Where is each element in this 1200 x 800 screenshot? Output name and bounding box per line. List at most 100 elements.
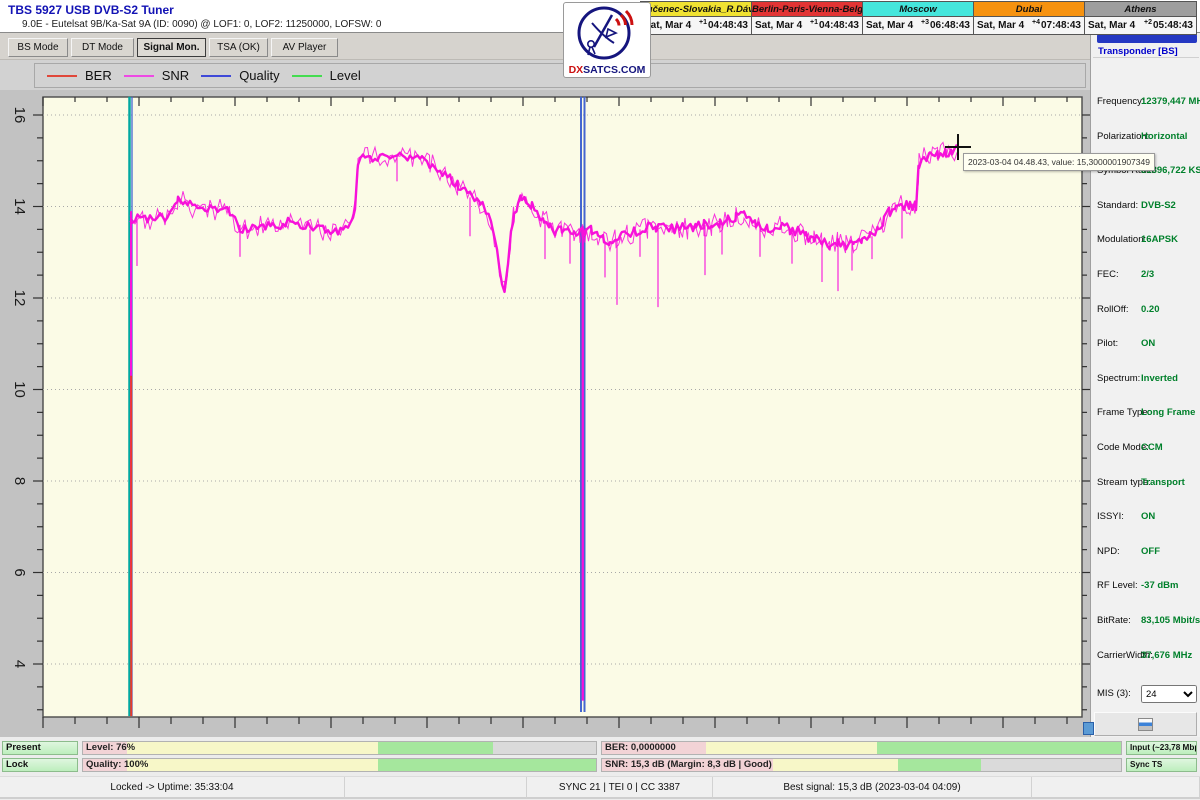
tp-label: ISSYI: — [1097, 511, 1124, 522]
stream-list-button[interactable] — [1094, 712, 1197, 736]
tp-value: -37 dBm — [1141, 580, 1178, 591]
bar-segment — [773, 759, 898, 771]
level-bar — [82, 741, 597, 755]
clock-time-row: Sat, Mar 4 +205:48:43 — [1085, 17, 1196, 34]
clock-utc-offset: +3 — [921, 19, 929, 26]
mis-select[interactable]: 24 — [1141, 685, 1197, 703]
bar-segment — [127, 742, 378, 754]
chart-legend: BERSNRQualityLevel — [34, 63, 1086, 88]
tp-label: RollOff: — [1097, 304, 1129, 315]
divider — [1093, 57, 1199, 58]
tab-signal-mon-[interactable]: Signal Mon. — [137, 38, 206, 57]
tab-tsa-ok-[interactable]: TSA (OK) — [209, 38, 268, 57]
clock-city-label: Dubai — [974, 2, 1084, 17]
clock-time: 04:48:43 — [708, 20, 748, 31]
tp-value: Long Frame — [1141, 407, 1195, 418]
clock-time: 07:48:43 — [1041, 20, 1081, 31]
clock-time-group: +104:48:43 — [810, 20, 859, 31]
dxsatcs-logo: DXSATCS.COM — [563, 2, 651, 78]
satellite-subtitle: 9.0E - Eutelsat 9B/Ka-Sat 9A (ID: 0090) … — [22, 19, 381, 30]
chart-tooltip: 2023-03-04 04.48.43, value: 15,300000190… — [963, 153, 1155, 171]
clock-2: MoscowSat, Mar 4+306:48:43 — [863, 2, 974, 34]
clock-city-label: Lučenec-Slovakia_R.Dávid — [641, 2, 751, 17]
legend-item-label: SNR — [162, 68, 189, 83]
clock-time-group: +407:48:43 — [1032, 20, 1081, 31]
legend-item-quality: Quality — [201, 68, 279, 83]
clock-time: 05:48:43 — [1153, 20, 1193, 31]
layers-icon — [1138, 718, 1153, 731]
clock-city-label: Berlin-Paris-Vienna-Belgrade — [752, 2, 862, 17]
lock-indicator: Lock — [2, 758, 78, 772]
tp-value: CCM — [1141, 442, 1163, 453]
svg-text:4: 4 — [11, 660, 28, 668]
clock-utc-offset: +1 — [810, 19, 818, 26]
signal-monitor-chart[interactable]: 16141210864 — [0, 90, 1090, 737]
tp-label: Modulation: — [1097, 234, 1146, 245]
logo-wordmark: DXSATCS.COM — [564, 64, 650, 76]
svg-text:16: 16 — [11, 107, 28, 124]
tp-value: 2/3 — [1141, 269, 1154, 280]
clock-time-group: +205:48:43 — [1144, 20, 1193, 31]
bar-segment — [127, 759, 378, 771]
indicator-band: Present Lock Level: 76% Quality: 100% BE… — [0, 737, 1200, 776]
clock-4: Athens Sat, Mar 4 +205:48:43 — [1085, 2, 1196, 34]
present-indicator: Present — [2, 741, 78, 755]
bar-segment — [378, 759, 596, 771]
clock-time-group: +104:48:43 — [699, 20, 748, 31]
transponder-row-9: Frame Type:Long Frame — [1091, 407, 1200, 421]
bar-segment — [378, 742, 493, 754]
transponder-row-4: Modulation:16APSK — [1091, 234, 1200, 248]
transponder-row-14: RF Level:-37 dBm — [1091, 580, 1200, 594]
tab-dt-mode[interactable]: DT Mode — [71, 38, 134, 57]
clock-date: Sat, Mar 4 — [755, 20, 802, 31]
legend-item-label: Quality — [239, 68, 279, 83]
input-rate-indicator: Input (~23,78 Mbps) — [1126, 741, 1197, 755]
tab-av-player[interactable]: AV Player — [271, 38, 338, 57]
clock-utc-offset: +4 — [1032, 19, 1040, 26]
clock-date: Sat, Mar 4 — [1088, 20, 1135, 31]
clock-time-row: Sat, Mar 4 +104:48:43 — [641, 17, 751, 34]
tp-label: Standard: — [1097, 200, 1138, 211]
clock-city-label: Moscow — [863, 2, 973, 17]
tp-value: 16APSK — [1141, 234, 1178, 245]
legend-line-swatch — [201, 75, 231, 77]
clock-time-row: Sat, Mar 4+306:48:43 — [863, 17, 973, 34]
bar-segment — [877, 742, 1121, 754]
status-cell-2: SYNC 21 | TEI 0 | CC 3387 — [527, 777, 713, 799]
clock-time-row: Sat, Mar 4 +104:48:43 — [752, 17, 862, 34]
tab-bs-mode[interactable]: BS Mode — [8, 38, 68, 57]
mis-label: MIS (3): — [1097, 688, 1131, 699]
transponder-row-0: Frequency:12379,447 MHz — [1091, 96, 1200, 110]
clock-date: Sat, Mar 4 — [644, 20, 691, 31]
tp-label: Spectrum: — [1097, 373, 1140, 384]
tab-bar: BS ModeDT ModeSignal Mon.TSA (OK)AV Play… — [0, 33, 1090, 60]
tp-label: Pilot: — [1097, 338, 1118, 349]
transponder-row-12: ISSYI:ON — [1091, 511, 1200, 525]
clock-time: 04:48:43 — [819, 20, 859, 31]
bar-segment — [706, 742, 877, 754]
transponder-row-7: Pilot:ON — [1091, 338, 1200, 352]
svg-text:6: 6 — [11, 568, 28, 576]
transponder-row-1: Polarization:Horizontal — [1091, 131, 1200, 145]
clock-utc-offset: +2 — [1144, 19, 1152, 26]
status-cell-0: Locked -> Uptime: 35:33:04 — [0, 777, 345, 799]
ber-bar — [601, 741, 1122, 755]
status-cell-3: Best signal: 15,3 dB (2023-03-04 04:09) — [713, 777, 1032, 799]
clock-3: DubaiSat, Mar 4+407:48:43 — [974, 2, 1085, 34]
clock-time-group: +306:48:43 — [921, 20, 970, 31]
bar-segment — [981, 759, 1121, 771]
clock-time-row: Sat, Mar 4+407:48:43 — [974, 17, 1084, 34]
transponder-row-10: Code Mode:CCM — [1091, 442, 1200, 456]
transponder-row-3: Standard:DVB-S2 — [1091, 200, 1200, 214]
clock-1: Berlin-Paris-Vienna-Belgrade Sat, Mar 4 +1… — [752, 2, 863, 34]
tp-label: FEC: — [1097, 269, 1119, 280]
clock-city-label: Athens — [1085, 2, 1196, 17]
snr-bar-label: SNR: 15,3 dB (Margin: 8,3 dB | Good) — [605, 758, 772, 771]
quality-bar-label: Quality: 100% — [86, 758, 148, 771]
tp-value: Inverted — [1141, 373, 1178, 384]
transponder-row-8: Spectrum:Inverted — [1091, 373, 1200, 387]
snr-plot[interactable]: 16141210864 — [0, 90, 1090, 737]
transponder-row-13: NPD:OFF — [1091, 546, 1200, 560]
tp-value: Horizontal — [1141, 131, 1187, 142]
chart-resize-gripper[interactable] — [1083, 722, 1094, 735]
